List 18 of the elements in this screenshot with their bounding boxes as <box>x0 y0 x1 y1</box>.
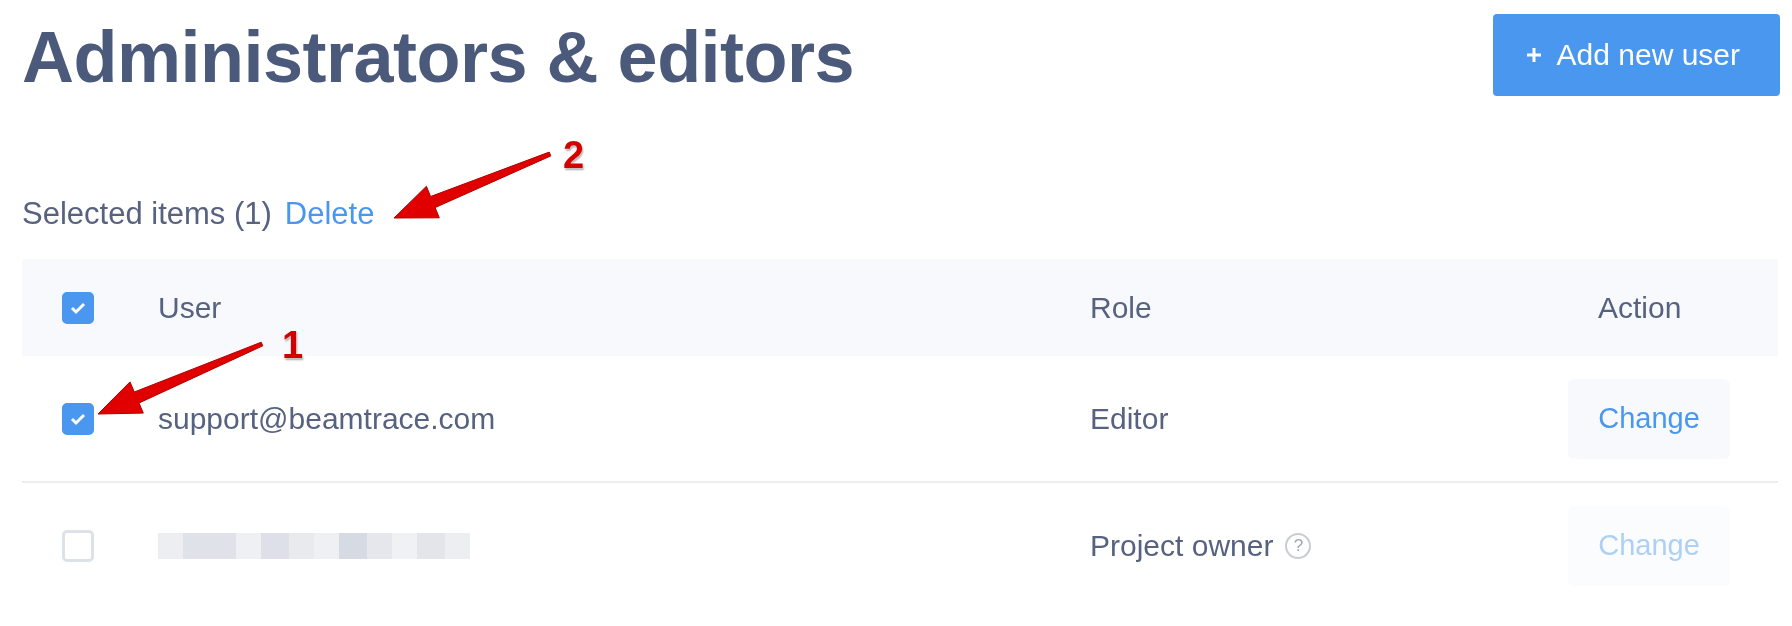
select-all-checkbox[interactable] <box>62 291 94 324</box>
user-role: Editor <box>1090 401 1169 436</box>
page-title: Administrators & editors <box>22 18 855 98</box>
callout-number: 2 <box>563 136 585 174</box>
user-email: support@beamtrace.com <box>158 401 496 435</box>
add-user-button[interactable]: Add new user <box>1492 14 1780 96</box>
callout-number: 1 <box>282 326 304 364</box>
column-header: Role <box>1090 290 1152 325</box>
column-header: Action <box>1598 290 1682 324</box>
plus-icon <box>1524 46 1543 64</box>
selected-count-text: Selected items (1) <box>22 196 272 233</box>
column-header: User <box>158 290 222 324</box>
check-icon <box>69 411 87 426</box>
check-icon <box>69 300 87 315</box>
row-checkbox[interactable] <box>62 402 94 435</box>
change-role-button[interactable]: Change <box>1568 378 1730 459</box>
user-role: Project owner <box>1090 528 1274 563</box>
delete-link[interactable]: Delete <box>284 196 375 233</box>
